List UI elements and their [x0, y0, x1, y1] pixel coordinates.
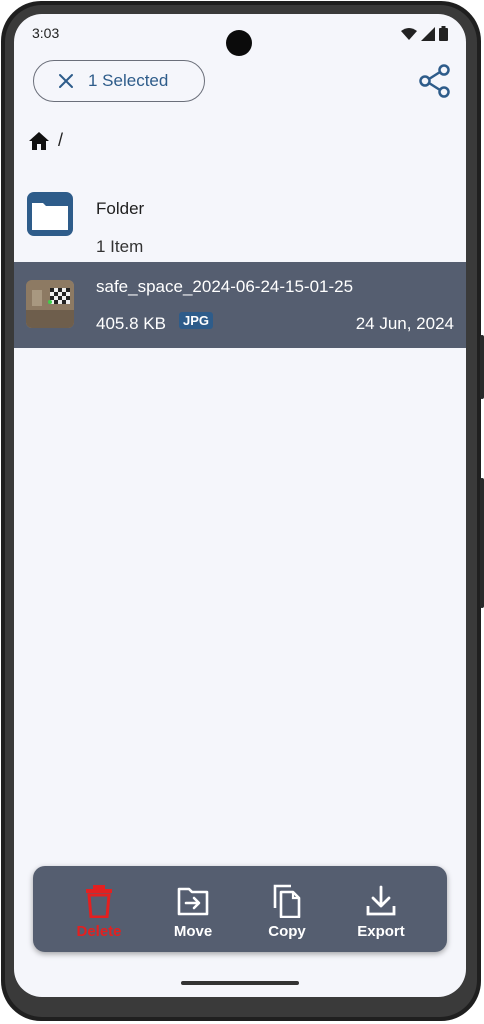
list-item-folder[interactable]: Folder 1 Item — [14, 174, 466, 260]
status-bar: 3:03 — [14, 14, 466, 56]
copy-button[interactable]: Copy — [247, 866, 327, 952]
file-type-badge: JPG — [179, 312, 214, 329]
front-camera — [226, 30, 252, 56]
breadcrumb: / — [28, 130, 63, 151]
copy-label: Copy — [268, 923, 306, 940]
list-item-file-selected[interactable]: safe_space_2024-06-24-15-01-25 405.8 KB … — [14, 262, 466, 348]
bottom-action-bar: Delete Move Copy Export — [33, 866, 447, 952]
folder-name: Folder — [96, 199, 145, 218]
export-label: Export — [357, 923, 405, 940]
share-icon[interactable] — [418, 64, 452, 98]
folder-item-count: 1 Item — [96, 237, 144, 256]
export-button[interactable]: Export — [341, 866, 421, 952]
selection-count-label: 1 Selected — [88, 71, 169, 90]
close-icon[interactable] — [58, 73, 74, 89]
signal-icon — [421, 26, 435, 41]
folder-move-icon — [177, 887, 209, 916]
move-button[interactable]: Move — [153, 866, 233, 952]
volume-button — [480, 478, 484, 608]
screen: 3:03 1 Selected / Folder 1 Item safe_spa… — [14, 14, 466, 997]
status-icons — [401, 26, 448, 41]
home-icon[interactable] — [28, 131, 50, 151]
download-icon — [366, 885, 396, 916]
battery-icon — [439, 26, 448, 41]
selection-chip[interactable]: 1 Selected — [33, 60, 205, 102]
copy-icon — [273, 884, 301, 918]
image-thumbnail — [26, 280, 74, 328]
folder-icon — [27, 192, 73, 236]
move-label: Move — [173, 923, 213, 940]
photo-icon — [26, 280, 74, 328]
file-name: safe_space_2024-06-24-15-01-25 — [96, 277, 354, 296]
gesture-nav-bar[interactable] — [181, 981, 299, 985]
file-size: 405.8 KB — [96, 314, 166, 333]
status-time: 3:03 — [32, 25, 60, 41]
trash-icon — [86, 885, 112, 918]
power-button — [480, 335, 484, 399]
delete-button[interactable]: Delete — [59, 866, 139, 952]
file-date: 24 Jun, 2024 — [355, 314, 454, 333]
delete-label: Delete — [76, 923, 122, 940]
breadcrumb-separator: / — [58, 130, 64, 150]
wifi-icon — [401, 27, 417, 40]
